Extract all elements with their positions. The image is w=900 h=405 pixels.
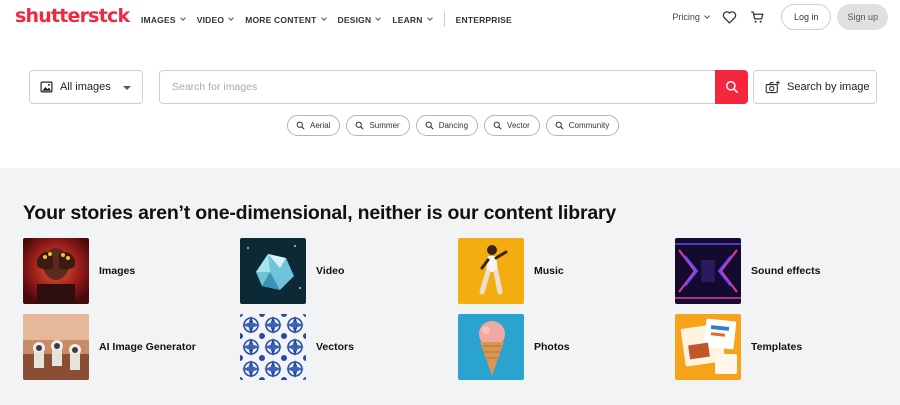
search-icon	[356, 121, 364, 130]
nav-images[interactable]: IMAGES	[141, 14, 186, 25]
suggestion-label: Aerial	[310, 121, 331, 130]
sound-effects-thumbnail	[675, 238, 741, 304]
nav-more-content[interactable]: MORE CONTENT	[245, 14, 327, 25]
category-label: Sound effects	[751, 265, 821, 277]
search-by-image-button[interactable]: Search by image	[753, 70, 877, 104]
search-icon	[425, 121, 434, 130]
search-by-image-label: Search by image	[787, 81, 870, 93]
caret-down-icon	[123, 86, 131, 90]
chevron-down-icon	[320, 15, 327, 21]
nav-design[interactable]: DESIGN	[337, 14, 382, 25]
favorites-button[interactable]	[719, 6, 741, 28]
content-library-section: Your stories aren’t one-dimensional, nei…	[0, 168, 900, 405]
login-button[interactable]: Log in	[780, 4, 832, 30]
category-label: Images	[99, 265, 136, 277]
nav-enterprise-label: ENTERPRISE	[455, 14, 512, 25]
ai-image-generator-thumbnail	[23, 314, 89, 380]
heart-icon	[723, 11, 737, 24]
category-label: Music	[534, 265, 564, 277]
images-thumbnail	[23, 238, 89, 304]
category-label: Video	[316, 265, 345, 277]
logo-text: shutterstck	[15, 5, 130, 27]
suggestion-label: Community	[568, 121, 610, 130]
media-type-value: All images	[60, 81, 111, 93]
suggestion-chip-community[interactable]: Community	[545, 115, 620, 136]
search-icon	[296, 121, 305, 130]
category-ai-image-generator[interactable]: AI Image Generator	[23, 314, 233, 380]
category-images[interactable]: Images	[23, 238, 233, 304]
top-nav: shutterstck IMAGES VIDEO MORE CONTENT DE…	[0, 0, 900, 34]
chevron-down-icon	[426, 15, 433, 21]
suggestion-chip-summer[interactable]: Summer	[346, 115, 410, 136]
nav-video[interactable]: VIDEO	[196, 14, 235, 25]
nav-learn[interactable]: LEARN	[392, 14, 433, 25]
nav-enterprise[interactable]: ENTERPRISE	[456, 15, 512, 25]
search-suggestions: Aerial Summer Dancing Vector Community	[287, 115, 625, 136]
nav-actions: Pricing Log in Sign up	[672, 4, 888, 30]
cart-icon	[751, 11, 764, 23]
cart-button[interactable]	[747, 6, 769, 28]
media-type-select[interactable]: All images	[29, 70, 143, 104]
search-icon	[493, 121, 502, 130]
category-sound-effects[interactable]: Sound effects	[675, 238, 885, 304]
nav-images-label: IMAGES	[141, 14, 176, 25]
nav-design-label: DESIGN	[337, 14, 372, 25]
suggestion-chip-aerial[interactable]: Aerial	[287, 115, 341, 136]
signup-button[interactable]: Sign up	[837, 4, 888, 30]
suggestion-chip-dancing[interactable]: Dancing	[415, 115, 479, 136]
nav-more-content-label: MORE CONTENT	[245, 14, 317, 25]
suggestion-label: Vector	[507, 121, 530, 130]
vectors-thumbnail	[240, 314, 306, 380]
search-input[interactable]	[159, 70, 717, 104]
nav-learn-label: LEARN	[392, 14, 423, 25]
shutterstock-logo[interactable]: shutterstck	[15, 5, 130, 27]
templates-thumbnail	[675, 314, 741, 380]
category-templates[interactable]: Templates	[675, 314, 885, 380]
nav-divider	[443, 12, 445, 27]
suggestion-label: Summer	[369, 121, 400, 130]
category-label: Templates	[751, 341, 803, 353]
pricing-menu[interactable]: Pricing	[672, 12, 710, 22]
suggestion-chip-vector[interactable]: Vector	[484, 115, 540, 136]
category-label: Vectors	[316, 341, 354, 353]
signup-label: Sign up	[847, 12, 878, 22]
category-video[interactable]: Video	[240, 238, 450, 304]
photos-thumbnail	[458, 314, 524, 380]
chevron-down-icon	[375, 15, 382, 21]
search-icon	[725, 81, 738, 94]
category-music[interactable]: Music	[458, 238, 668, 304]
search-icon	[555, 121, 564, 130]
category-vectors[interactable]: Vectors	[240, 314, 450, 380]
chevron-down-icon	[179, 15, 186, 21]
video-thumbnail	[240, 238, 306, 304]
category-label: Photos	[534, 341, 570, 353]
image-icon	[40, 81, 53, 93]
camera-search-icon	[765, 80, 780, 94]
category-photos[interactable]: Photos	[458, 314, 668, 380]
main-menu: IMAGES VIDEO MORE CONTENT DESIGN LEARN E…	[141, 12, 524, 27]
chevron-down-icon	[704, 12, 710, 19]
category-label: AI Image Generator	[99, 341, 196, 353]
search-button[interactable]	[715, 70, 748, 104]
nav-video-label: VIDEO	[196, 14, 225, 25]
login-label: Log in	[793, 12, 819, 22]
music-thumbnail	[458, 238, 524, 304]
chevron-down-icon	[228, 15, 235, 21]
pricing-label: Pricing	[672, 12, 700, 22]
section-headline: Your stories aren’t one-dimensional, nei…	[23, 202, 617, 224]
suggestion-label: Dancing	[438, 121, 469, 130]
